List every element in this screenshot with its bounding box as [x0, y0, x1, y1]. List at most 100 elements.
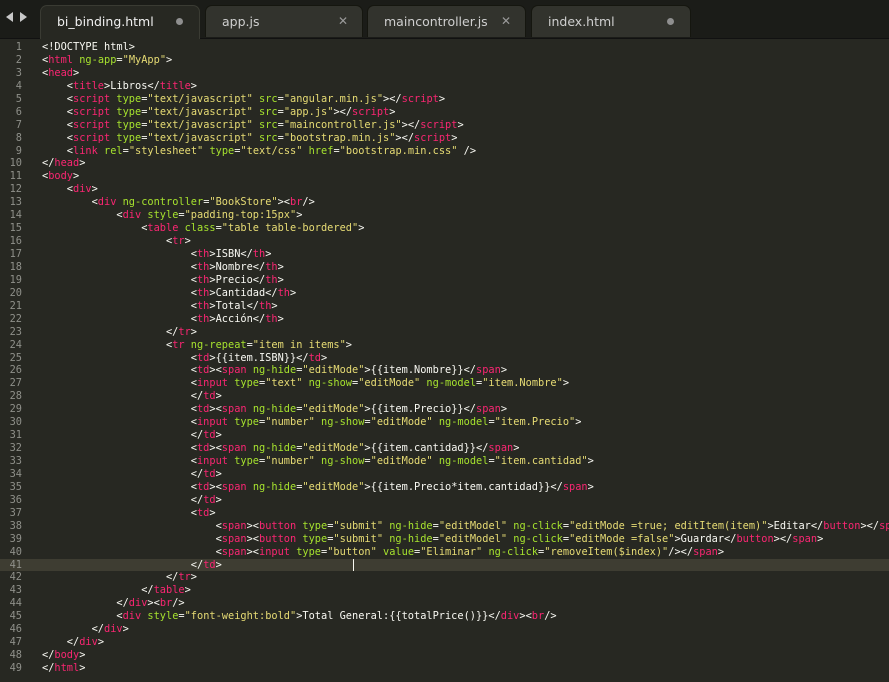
code-text: <html ng-app="MyApp">: [42, 54, 172, 67]
code-line[interactable]: 1 <!DOCTYPE html>: [0, 41, 889, 54]
code-token: >: [265, 248, 272, 260]
code-line[interactable]: 13 <div ng-controller="BookStore"><br/>: [0, 196, 889, 209]
code-lines: 1 <!DOCTYPE html> 2 <html ng-app="MyApp"> 3 <…: [0, 41, 889, 675]
code-line[interactable]: 9 <link rel="stylesheet" type="text/css"…: [0, 145, 889, 158]
code-token: tr: [178, 325, 191, 338]
code-line[interactable]: 12 <div>: [0, 183, 889, 196]
code-line[interactable]: 8 <script type="text/javascript" src="bo…: [0, 132, 889, 145]
code-line[interactable]: 31 </td>: [0, 429, 889, 442]
code-line[interactable]: 30 <input type="number" ng-show="editMod…: [0, 416, 889, 429]
code-token: <: [42, 455, 197, 467]
code-token: ng-model: [426, 377, 477, 390]
close-icon[interactable]: ✕: [501, 6, 511, 37]
code-line[interactable]: 47 </div>: [0, 636, 889, 649]
code-token: "BookStore": [209, 196, 278, 209]
code-token: >{{item.Precio}}</: [364, 403, 477, 416]
code-line[interactable]: 15 <table class="table table-bordered">: [0, 222, 889, 235]
code-line[interactable]: 2 <html ng-app="MyApp">: [0, 54, 889, 67]
code-token: >: [587, 480, 594, 493]
close-icon[interactable]: ✕: [338, 6, 348, 37]
code-token: ><: [209, 364, 222, 377]
code-token: <: [42, 364, 197, 377]
nav-right-icon[interactable]: [20, 12, 27, 22]
tab-app-js[interactable]: app.js ✕: [205, 5, 363, 37]
code-line[interactable]: 39 <span><button type="submit" ng-hide="…: [0, 533, 889, 546]
code-line[interactable]: 20 <th>Cantidad</th>: [0, 287, 889, 300]
code-line[interactable]: 43 </table>: [0, 584, 889, 597]
code-token: ng-show: [308, 377, 353, 390]
code-line[interactable]: 10 </head>: [0, 157, 889, 170]
code-line[interactable]: 28 </td>: [0, 390, 889, 403]
code-line[interactable]: 35 <td><span ng-hide="editMode">{{item.P…: [0, 481, 889, 494]
line-number: 2: [15, 53, 22, 66]
code-line[interactable]: 32 <td><span ng-hide="editMode">{{item.c…: [0, 442, 889, 455]
code-line[interactable]: 44 </div><br/>: [0, 597, 889, 610]
code-token: input: [196, 377, 228, 390]
code-token: <: [42, 209, 123, 222]
code-editor[interactable]: 1 <!DOCTYPE html> 2 <html ng-app="MyApp"> 3 <…: [0, 39, 889, 682]
code-line[interactable]: 45 <div style="font-weight:bold">Total G…: [0, 610, 889, 623]
code-line[interactable]: 21 <th>Total</th>: [0, 300, 889, 313]
code-line[interactable]: 18 <th>Nombre</th>: [0, 261, 889, 274]
code-token: span: [693, 545, 718, 558]
code-line[interactable]: 36 </td>: [0, 494, 889, 507]
code-line[interactable]: 26 <td><span ng-hide="editMode">{{item.N…: [0, 364, 889, 377]
code-line[interactable]: 14 <div style="padding-top:15px">: [0, 209, 889, 222]
line-number: 13: [9, 196, 22, 209]
code-text: <input type="number" ng-show="editMode" …: [42, 416, 582, 429]
code-line[interactable]: 22 <th>Acción</th>: [0, 313, 889, 326]
code-line[interactable]: 19 <th>Precio</th>: [0, 274, 889, 287]
code-line[interactable]: 23 </tr>: [0, 326, 889, 339]
code-token: span: [562, 480, 588, 493]
code-line[interactable]: 37 <td>: [0, 507, 889, 520]
code-text: <th>Precio</th>: [42, 274, 284, 287]
code-line[interactable]: 7 <script type="text/javascript" src="ma…: [0, 119, 889, 132]
code-token: th: [252, 248, 266, 260]
code-line[interactable]: 3 <head>: [0, 67, 889, 80]
code-line[interactable]: 17 <th>ISBN</th>: [0, 248, 889, 261]
code-token: "bootstrap.min.css": [339, 144, 458, 157]
code-line[interactable]: 48 </body>: [0, 649, 889, 662]
tab-bi-binding[interactable]: bi_binding.html: [40, 5, 200, 39]
code-line[interactable]: 24 <tr ng-repeat="item in items">: [0, 339, 889, 352]
line-number: 44: [9, 597, 22, 610]
code-text: <th>Cantidad</th>: [42, 287, 296, 300]
code-token: head: [54, 157, 80, 170]
code-line[interactable]: 38 <span><button type="submit" ng-hide="…: [0, 520, 889, 533]
code-token: span: [476, 364, 501, 377]
code-text: <th>ISBN</th>: [42, 248, 272, 261]
code-line[interactable]: 6 <script type="text/javascript" src="ap…: [0, 106, 889, 119]
code-token: >: [575, 416, 582, 429]
code-token: "editMode": [358, 377, 421, 390]
nav-left-icon[interactable]: [6, 12, 13, 22]
code-token: input: [259, 545, 290, 558]
tab-maincontroller-js[interactable]: maincontroller.js ✕: [367, 5, 526, 37]
code-token: >: [457, 118, 464, 131]
code-text: </td>: [42, 390, 222, 403]
modified-dot-icon[interactable]: [667, 18, 674, 25]
code-line[interactable]: 27 <input type="text" ng-show="editMode"…: [0, 377, 889, 390]
line-number: 6: [15, 105, 22, 118]
code-line[interactable]: 25 <td>{{item.ISBN}}</td>: [0, 352, 889, 365]
code-token: script: [73, 92, 111, 105]
code-line[interactable]: 42 </tr>: [0, 571, 889, 584]
code-line[interactable]: 41 </td>: [0, 558, 889, 572]
code-line[interactable]: 11 <body>: [0, 170, 889, 183]
code-token: span: [476, 403, 501, 416]
code-line[interactable]: 16 <tr>: [0, 235, 889, 248]
code-line[interactable]: 29 <td><span ng-hide="editMode">{{item.P…: [0, 403, 889, 416]
code-line[interactable]: 5 <script type="text/javascript" src="an…: [0, 93, 889, 106]
code-text: <table class="table table-bordered">: [42, 222, 364, 235]
line-number: 39: [9, 532, 22, 545]
modified-dot-icon[interactable]: [176, 18, 183, 25]
code-line[interactable]: 33 <input type="number" ng-show="editMod…: [0, 455, 889, 468]
line-number: 26: [9, 364, 22, 377]
code-token: script: [73, 105, 111, 118]
code-line[interactable]: 34 </td>: [0, 468, 889, 481]
code-line[interactable]: 40 <span><input type="button" value="Eli…: [0, 546, 889, 559]
tab-index-html[interactable]: index.html: [531, 5, 691, 37]
code-token: type: [302, 519, 328, 532]
code-line[interactable]: 4 <title>Libros</title>: [0, 80, 889, 93]
code-line[interactable]: 49 </html>: [0, 662, 889, 675]
code-line[interactable]: 46 </div>: [0, 623, 889, 636]
